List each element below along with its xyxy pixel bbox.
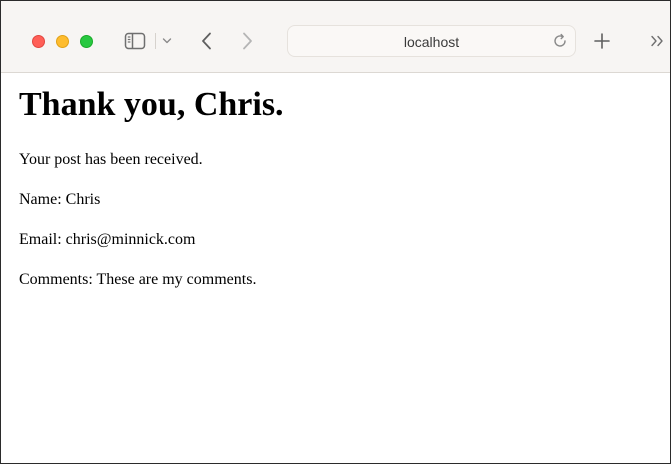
forward-icon[interactable] [236, 30, 258, 52]
address-text: localhost [403, 34, 460, 50]
browser-toolbar: localhost [1, 1, 670, 73]
email-line: Email: chris@minnick.com [19, 231, 196, 248]
minimize-window-icon[interactable] [56, 35, 69, 48]
close-window-icon[interactable] [32, 35, 45, 48]
back-icon[interactable] [196, 30, 218, 52]
address-bar[interactable]: localhost [287, 25, 576, 57]
chevron-down-icon[interactable] [160, 32, 174, 50]
browser-window: localhost Thank you, Chris. Your post ha… [0, 0, 671, 464]
confirmation-message: Your post has been received. [19, 151, 203, 168]
zoom-window-icon[interactable] [80, 35, 93, 48]
page-content: Thank you, Chris. Your post has been rec… [1, 73, 670, 463]
comments-line: Comments: These are my comments. [19, 271, 257, 288]
plus-icon[interactable] [591, 30, 613, 52]
reload-icon[interactable] [550, 31, 570, 51]
name-line: Name: Chris [19, 191, 101, 208]
chevron-double-right-icon[interactable] [647, 31, 667, 51]
toolbar-divider [155, 33, 156, 49]
sidebar-icon[interactable] [121, 30, 149, 52]
page-title: Thank you, Chris. [19, 86, 284, 123]
